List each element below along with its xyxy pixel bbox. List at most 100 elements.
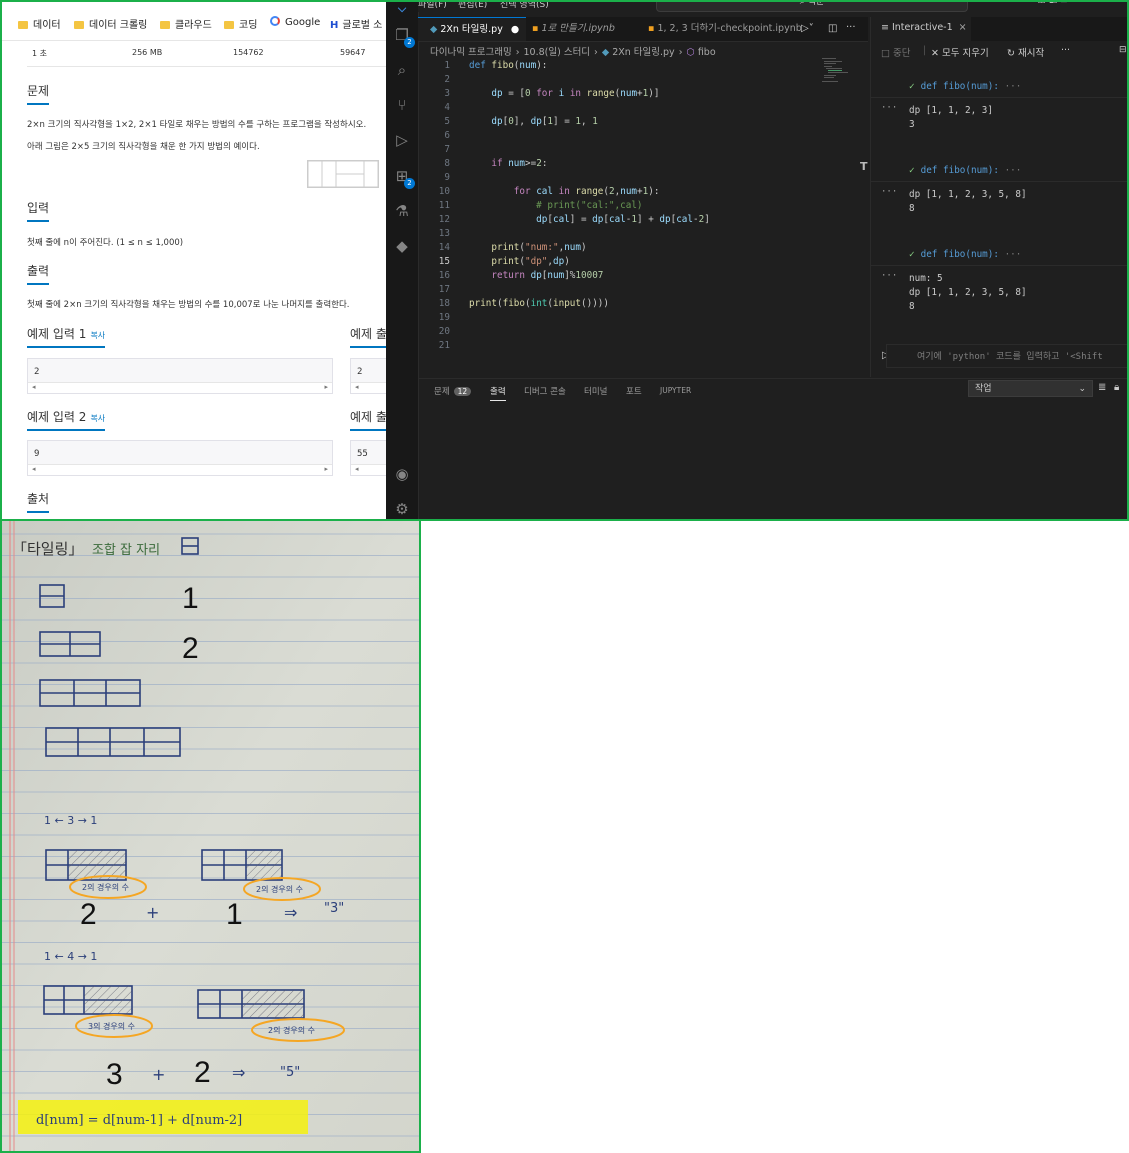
bookmark-cloud[interactable]: 클라우드: [160, 16, 212, 31]
line-number: 4: [444, 102, 450, 113]
testing-icon[interactable]: ⚗: [393, 202, 411, 220]
sample-output-2-box[interactable]: 55 ◂: [350, 440, 386, 476]
clear-icon: ✕: [931, 48, 942, 59]
tab-output[interactable]: 출력: [490, 385, 506, 401]
explorer-badge: 2: [404, 37, 415, 48]
search-icon[interactable]: ⌕: [393, 61, 411, 79]
python-file-icon: ◆: [601, 47, 613, 58]
tab-problems[interactable]: 문제 12: [434, 385, 472, 397]
horizontal-scrollbar[interactable]: ◂: [351, 464, 386, 475]
restart-icon: ↻: [1007, 48, 1018, 59]
line-number: 19: [438, 312, 450, 323]
scroll-left-icon[interactable]: ◂: [32, 465, 36, 473]
tab-ports[interactable]: 포트: [626, 385, 642, 397]
cell-menu-icon[interactable]: ···: [881, 271, 897, 281]
minimap[interactable]: [822, 58, 852, 84]
source-control-icon[interactable]: ⑂: [393, 96, 411, 114]
scroll-left-icon[interactable]: ◂: [32, 383, 36, 391]
outline-icon[interactable]: ⊟: [1119, 45, 1127, 55]
note-result-5: "5": [280, 1065, 300, 1080]
horizontal-scrollbar[interactable]: ◂ ▸: [28, 464, 332, 475]
nav-back-forward-icon[interactable]: ← →: [618, 0, 636, 6]
unsaved-dot-icon[interactable]: ●: [511, 24, 519, 35]
interrupt-button[interactable]: □ 중단: [881, 45, 910, 59]
tab-debug-console[interactable]: 디버그 콘솔: [524, 385, 566, 397]
folder-icon: [74, 21, 84, 29]
python-icon[interactable]: ◆: [393, 237, 411, 255]
tab-tiling-py[interactable]: ◆ 2Xn 타일링.py ●: [418, 17, 526, 41]
scroll-right-icon[interactable]: ▸: [324, 383, 328, 391]
tab-terminal[interactable]: 터미널: [584, 385, 607, 397]
code-line[interactable]: dp[cal] = dp[cal-1] + dp[cal-2]: [469, 214, 710, 225]
tab-make-one-ipynb[interactable]: ▪ 1로 만들기.ipynb: [532, 17, 615, 41]
layout-icons[interactable]: ▭ ◫ ◧ ⊟ ─: [1026, 0, 1076, 5]
run-file-icon[interactable]: ▷˅: [801, 23, 814, 34]
account-icon[interactable]: ◉: [393, 465, 411, 483]
sample-input-1-box[interactable]: 2 ◂ ▸: [27, 358, 333, 394]
code-line[interactable]: return dp[num]%10007: [469, 270, 603, 281]
scroll-left-icon[interactable]: ◂: [355, 465, 359, 473]
code-line[interactable]: print("num:",num): [469, 242, 586, 253]
bookmark-google[interactable]: Google: [270, 16, 320, 28]
horizontal-scrollbar[interactable]: ◂ ▸: [28, 382, 332, 393]
explorer-icon[interactable]: ❐ 2: [393, 26, 415, 48]
horizontal-scrollbar[interactable]: ◂: [351, 382, 386, 393]
folder-icon: [160, 21, 170, 29]
note-orange-2: 2의 경우의 수: [256, 884, 303, 894]
run-debug-icon[interactable]: ▷: [393, 131, 411, 149]
menu-more[interactable]: ···: [566, 0, 575, 7]
menu-edit[interactable]: 편집(E): [458, 0, 487, 10]
copy-button[interactable]: 복사: [90, 331, 105, 340]
command-center-search[interactable]: ⌕ 백준: [656, 0, 968, 12]
clear-all-button[interactable]: ✕ 모두 지우기: [931, 45, 989, 59]
scroll-right-icon[interactable]: ▸: [324, 465, 328, 473]
line-number: 18: [438, 298, 450, 309]
menu-file[interactable]: 파일(F): [418, 0, 447, 10]
code-line[interactable]: dp = [0 for i in range(num+1)]: [469, 88, 659, 99]
tab-jupyter[interactable]: JUPYTER: [660, 386, 691, 395]
accepted-count: 59647: [340, 48, 366, 57]
split-editor-icon[interactable]: ◫: [828, 23, 837, 34]
code-editor[interactable]: 1 def fibo(num): 2 3 dp = [0 for i in range…: [418, 58, 868, 358]
line-number: 9: [444, 172, 450, 183]
check-icon: ✓: [909, 81, 915, 92]
vscode-window: ⌵ ❐ 2 ⌕ ⑂ ▷ ⊞ 2 ⚗ ◆ ◉ ⚙ 파일(F) 편집(E) 선택 영역(…: [386, 0, 1129, 520]
problem-text-1: 2×n 크기의 직사각형을 1×2, 2×1 타일로 채우는 방법의 수를 구하…: [27, 120, 367, 130]
extensions-icon[interactable]: ⊞ 2: [393, 167, 415, 189]
code-line[interactable]: print("dp",dp): [469, 256, 569, 267]
copy-button[interactable]: 복사: [90, 414, 105, 423]
lock-icon[interactable]: 🔒︎: [1114, 382, 1119, 393]
output-channel-select[interactable]: 작업 ⌄: [968, 380, 1093, 397]
tab-add-123-ipynb[interactable]: ▪ 1, 2, 3 더하기-checkpoint.ipynb: [648, 17, 802, 41]
activity-bar: ⌵ ❐ 2 ⌕ ⑂ ▷ ⊞ 2 ⚗ ◆ ◉ ⚙: [386, 0, 419, 520]
more-actions-icon[interactable]: ···: [1061, 45, 1070, 56]
close-icon[interactable]: ×: [959, 22, 967, 33]
restart-button[interactable]: ↻ 재시작: [1007, 45, 1044, 59]
vscode-logo-icon: ⌵: [397, 2, 407, 15]
bookmark-coding[interactable]: 코딩: [224, 16, 257, 31]
code-line[interactable]: print(fibo(int(input()))): [469, 298, 609, 309]
cell-menu-icon[interactable]: ···: [881, 103, 897, 113]
more-actions-icon[interactable]: ···: [846, 22, 856, 33]
bookmark-global[interactable]: H 글로벌 소: [330, 16, 382, 31]
sample-output-1-box[interactable]: 2 ◂: [350, 358, 386, 394]
code-line[interactable]: for cal in range(2,num+1):: [469, 186, 660, 197]
problem-heading: 문제: [27, 82, 50, 105]
bookmark-data[interactable]: 데이터: [18, 16, 61, 31]
cell-menu-icon[interactable]: ···: [881, 187, 897, 197]
bookmark-crawling[interactable]: 데이터 크롤링: [74, 16, 147, 31]
code-line[interactable]: dp[0], dp[1] = 1, 1: [469, 116, 597, 127]
menu-selection[interactable]: 선택 영역(S): [500, 0, 549, 10]
code-line[interactable]: def fibo(num):: [469, 60, 547, 71]
code-line[interactable]: # print("cal:",cal): [469, 200, 642, 211]
sample-input-2-box[interactable]: 9 ◂ ▸: [27, 440, 333, 476]
output-text: 첫째 줄에 2×n 크기의 직사각형을 채우는 방법의 수를 10,007로 나…: [27, 300, 350, 310]
list-filter-icon[interactable]: ≣: [1098, 382, 1106, 393]
code-line[interactable]: if num>=2:: [469, 158, 547, 169]
interactive-input[interactable]: 여기에 'python' 코드를 입력하고 '<Shift: [886, 344, 1129, 368]
line-number: 14: [438, 242, 450, 253]
scroll-left-icon[interactable]: ◂: [355, 383, 359, 391]
tab-interactive[interactable]: ≡ Interactive-1 ×: [871, 17, 971, 41]
settings-gear-icon[interactable]: ⚙: [393, 500, 411, 518]
line-number: 21: [438, 340, 450, 351]
